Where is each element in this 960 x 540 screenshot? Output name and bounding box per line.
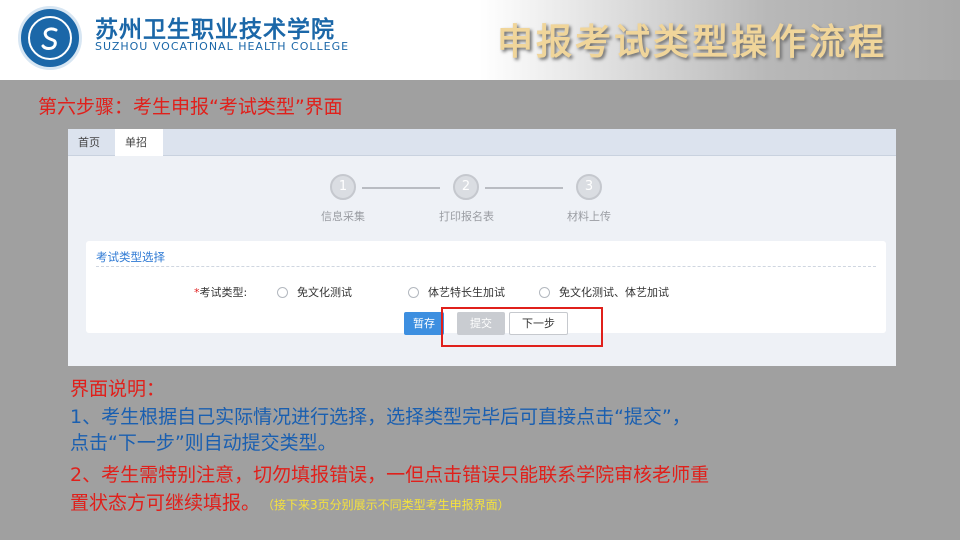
description-line-2b-text: 置状态方可继续填报。 xyxy=(70,492,261,514)
description-line-2a: 2、考生需特别注意，切勿填报错误，一但点击错误只能联系学院审核老师重 xyxy=(70,464,710,486)
progress-stepper: 1 2 3 信息采集 打印报名表 材料上传 xyxy=(68,156,896,236)
description-line-1b: 点击“下一步”则自动提交类型。 xyxy=(70,432,337,454)
step-connector-1 xyxy=(362,187,440,189)
description-line-2b: 置状态方可继续填报。 （接下来3页分别展示不同类型考生申报界面） xyxy=(70,490,510,518)
step-1-circle: 1 xyxy=(330,174,356,200)
step-connector-2 xyxy=(485,187,563,189)
exam-type-label: *考试类型: xyxy=(194,284,247,300)
description-line-1a: 1、考生根据自己实际情况进行选择，选择类型完毕后可直接点击“提交”， xyxy=(70,406,691,428)
radio-icon[interactable] xyxy=(539,286,550,298)
tab-home[interactable]: 首页 xyxy=(68,129,110,156)
slide-header: 苏州卫生职业技术学院 SUZHOU VOCATIONAL HEALTH COLL… xyxy=(0,0,960,80)
card-divider xyxy=(96,266,876,267)
radio-option-both[interactable]: 免文化测试、体艺加试 xyxy=(539,284,669,300)
description-note: （接下来3页分别展示不同类型考生申报界面） xyxy=(268,498,510,512)
description-title: 界面说明： xyxy=(70,378,166,400)
highlight-box xyxy=(441,307,603,347)
radio-icon[interactable] xyxy=(408,286,419,298)
tab-bar: 首页 单招 xyxy=(68,129,896,156)
slide-title: 申报考试类型操作流程 xyxy=(497,22,888,63)
college-emblem-icon xyxy=(28,16,72,60)
save-draft-button[interactable]: 暂存 xyxy=(404,312,444,335)
card-title: 考试类型选择 xyxy=(96,250,165,264)
college-name: 苏州卫生职业技术学院 xyxy=(95,16,335,43)
step-3-label: 材料上传 xyxy=(567,210,611,223)
step-2-label: 打印报名表 xyxy=(439,210,494,223)
step-2-circle: 2 xyxy=(453,174,479,200)
radio-option-label: 免文化测试 xyxy=(297,286,352,299)
tab-single-enrollment[interactable]: 单招 xyxy=(115,129,163,156)
radio-option-exempt-culture[interactable]: 免文化测试 xyxy=(277,284,352,300)
step-3-circle: 3 xyxy=(576,174,602,200)
radio-option-sports-art[interactable]: 体艺特长生加试 xyxy=(408,284,505,300)
exam-type-label-text: 考试类型: xyxy=(199,286,248,299)
step-heading: 第六步骤：考生申报“考试类型”界面 xyxy=(38,96,343,118)
radio-option-label: 体艺特长生加试 xyxy=(428,286,505,299)
emblem-s-icon xyxy=(41,27,58,50)
radio-icon[interactable] xyxy=(277,286,288,298)
radio-option-label: 免文化测试、体艺加试 xyxy=(559,286,669,299)
step-1-label: 信息采集 xyxy=(321,210,365,223)
college-name-en: SUZHOU VOCATIONAL HEALTH COLLEGE xyxy=(95,40,350,53)
college-logo xyxy=(18,6,82,70)
